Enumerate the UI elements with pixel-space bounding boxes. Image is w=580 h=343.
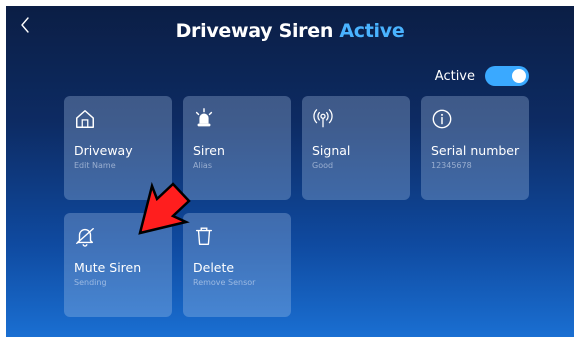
active-toggle[interactable] (485, 66, 529, 86)
tile-serial-number[interactable]: Serial number 12345678 (421, 96, 529, 200)
trash-icon (195, 227, 213, 245)
toggle-knob (512, 69, 526, 83)
tile-sublabel: Remove Sensor (193, 278, 256, 287)
active-toggle-label: Active (434, 68, 475, 84)
signal-icon (313, 109, 333, 128)
tile-label: Siren (193, 143, 225, 158)
tile-delete[interactable]: Delete Remove Sensor (183, 213, 291, 317)
tile-label: Driveway (74, 143, 133, 158)
tile-sublabel: Edit Name (74, 161, 116, 170)
device-name: Driveway Siren (175, 20, 334, 42)
page-title: Driveway Siren Active (6, 20, 574, 42)
info-icon (432, 109, 452, 129)
tile-sublabel: 12345678 (431, 161, 472, 170)
tile-driveway[interactable]: Driveway Edit Name (64, 96, 172, 200)
tile-signal[interactable]: Signal Good (302, 96, 410, 200)
tile-sublabel: Sending (74, 278, 107, 287)
tile-sublabel: Good (312, 161, 334, 170)
tile-label: Mute Siren (74, 260, 142, 275)
app-screen: Driveway Siren Active Active Driveway Ed… (6, 6, 574, 337)
tile-label: Signal (312, 143, 351, 158)
tile-label: Serial number (431, 143, 520, 158)
device-status: Active (339, 20, 405, 42)
tile-sublabel: Alias (193, 161, 212, 170)
active-toggle-row: Active (435, 66, 529, 86)
tile-mute-siren[interactable]: Mute Siren Sending (64, 213, 172, 317)
home-icon (76, 110, 94, 128)
bell-off-icon (76, 227, 94, 247)
siren-icon (195, 108, 213, 127)
tile-label: Delete (193, 260, 235, 275)
tile-siren[interactable]: Siren Alias (183, 96, 291, 200)
